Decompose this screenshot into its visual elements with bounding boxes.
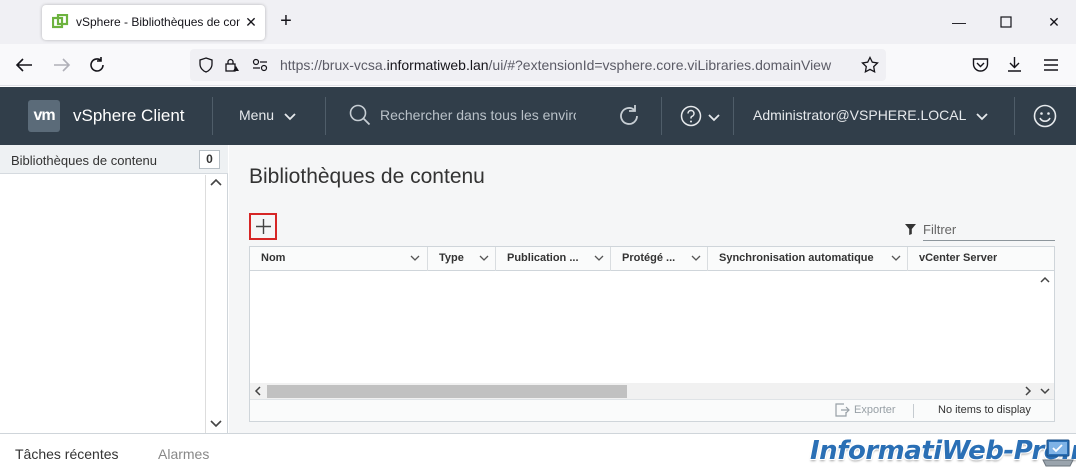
navigator-panel: Bibliothèques de contenu 0 <box>0 145 228 433</box>
chevron-down-icon[interactable] <box>708 112 720 122</box>
grid-footer: Exporter No items to display <box>250 399 1054 421</box>
column-label: Protégé ... <box>622 252 676 264</box>
scroll-right-icon[interactable] <box>1023 386 1033 396</box>
forward-icon[interactable] <box>52 56 72 74</box>
column-header-vcenter[interactable]: vCenter Server <box>908 247 1054 271</box>
browser-tab-strip: vSphere - Bibliothèques de conte ✕ + — ✕ <box>0 0 1076 44</box>
back-icon[interactable] <box>14 56 34 74</box>
library-tree[interactable] <box>0 175 206 433</box>
minimize-icon[interactable]: — <box>944 8 974 36</box>
library-count-badge: 0 <box>199 150 220 169</box>
header-divider <box>733 97 734 135</box>
laptop-logo-icon <box>1042 439 1074 467</box>
navigator-header: Bibliothèques de contenu 0 <box>0 145 228 174</box>
navigator-title[interactable]: Bibliothèques de contenu <box>11 153 157 168</box>
column-header-type[interactable]: Type <box>428 247 496 271</box>
window-close-icon[interactable]: ✕ <box>1039 8 1069 36</box>
header-divider <box>325 97 326 135</box>
chevron-down-icon[interactable] <box>409 252 421 264</box>
refresh-icon[interactable] <box>616 103 642 129</box>
column-header-publication[interactable]: Publication ... <box>496 247 611 271</box>
bookmark-star-icon[interactable] <box>861 56 879 74</box>
tab-alarms[interactable]: Alarmes <box>158 446 209 462</box>
help-icon[interactable] <box>680 105 702 127</box>
shield-icon[interactable] <box>198 57 214 73</box>
export-label: Exporter <box>854 403 896 416</box>
column-label: Type <box>439 252 464 264</box>
user-menu[interactable]: Administrator@VSPHERE.LOCAL <box>753 107 988 123</box>
scroll-up-icon[interactable] <box>1039 275 1051 285</box>
close-icon[interactable]: ✕ <box>242 13 260 31</box>
lock-warning-icon[interactable] <box>224 57 240 73</box>
scroll-up-icon[interactable] <box>209 177 223 189</box>
scrollbar-thumb[interactable] <box>267 385 627 398</box>
hamburger-menu-icon[interactable] <box>1043 58 1059 72</box>
bottom-panel: Tâches récentes Alarmes InformatiWeb-Pro… <box>0 433 1076 469</box>
page-title: Bibliothèques de contenu <box>249 165 485 188</box>
plus-icon <box>256 219 271 234</box>
reload-icon[interactable] <box>88 56 106 74</box>
chevron-down-icon[interactable] <box>593 252 605 264</box>
grid-status: No items to display <box>938 404 1031 416</box>
chevron-down-icon <box>284 113 296 121</box>
download-icon[interactable] <box>1006 56 1023 73</box>
tab-recent-tasks[interactable]: Tâches récentes <box>15 446 119 462</box>
main-content: Bibliothèques de contenu + Nom Type Publ… <box>229 145 1076 433</box>
url-path: /ui/#?extensionId=vsphere.core.viLibrari… <box>488 57 832 73</box>
vm-logo[interactable]: vm <box>28 100 60 132</box>
column-label: Publication ... <box>507 252 579 264</box>
permissions-icon[interactable] <box>252 58 268 72</box>
scroll-down-icon[interactable] <box>1039 386 1051 396</box>
url-host: informatiweb.lan <box>386 57 489 73</box>
header-divider <box>661 97 662 135</box>
scroll-down-icon[interactable] <box>209 417 223 429</box>
search-icon[interactable] <box>349 104 371 126</box>
chevron-down-icon[interactable] <box>478 252 490 264</box>
feedback-smiley-icon[interactable] <box>1033 104 1057 128</box>
global-search-input[interactable] <box>380 104 576 126</box>
watermark: InformatiWeb-Pro.net <box>810 436 1076 466</box>
vsphere-header: vm vSphere Client Menu Administrator@VSP… <box>0 87 1076 145</box>
user-name: Administrator@VSPHERE.LOCAL <box>753 107 966 123</box>
column-label: vCenter Server <box>919 252 998 264</box>
url-prefix: https://brux-vcsa. <box>280 57 387 73</box>
horizontal-scrollbar[interactable] <box>250 383 1054 399</box>
column-label: Nom <box>261 252 286 264</box>
vsphere-favicon-icon <box>52 14 69 29</box>
url-bar[interactable]: https://brux-vcsa.informatiweb.lan/ui/#?… <box>190 49 886 81</box>
header-divider <box>212 97 213 135</box>
export-button[interactable]: Exporter <box>834 403 896 417</box>
chevron-down-icon <box>976 113 988 121</box>
chevron-down-icon[interactable] <box>890 252 902 264</box>
chevron-down-icon[interactable] <box>690 252 702 264</box>
column-header-name[interactable]: Nom <box>250 247 428 271</box>
filter-input[interactable] <box>923 219 1055 241</box>
menu-button[interactable]: Menu <box>239 107 296 123</box>
export-icon <box>835 403 850 417</box>
grid-body <box>250 271 1054 383</box>
pocket-icon[interactable] <box>972 57 989 73</box>
browser-tab[interactable]: vSphere - Bibliothèques de conte ✕ <box>42 5 265 40</box>
browser-tab-title: vSphere - Bibliothèques de conte <box>76 15 240 29</box>
column-header-auto-sync[interactable]: Synchronisation automatique <box>708 247 908 271</box>
url-text[interactable]: https://brux-vcsa.informatiweb.lan/ui/#?… <box>280 57 831 73</box>
grid-header: Nom Type Publication ... Protégé ... Syn… <box>250 247 1054 271</box>
footer-divider <box>913 404 914 418</box>
browser-nav-bar: https://brux-vcsa.informatiweb.lan/ui/#?… <box>0 44 1076 86</box>
menu-button-label: Menu <box>239 107 275 123</box>
new-tab-icon[interactable]: + <box>276 11 296 31</box>
libraries-grid: Nom Type Publication ... Protégé ... Syn… <box>249 246 1055 422</box>
scroll-left-icon[interactable] <box>253 386 263 396</box>
app-title[interactable]: vSphere Client <box>73 106 185 126</box>
column-label: Synchronisation automatique <box>719 252 874 264</box>
header-divider <box>1014 97 1015 135</box>
column-header-protected[interactable]: Protégé ... <box>611 247 708 271</box>
maximize-icon[interactable] <box>1000 16 1012 28</box>
add-library-button[interactable]: + <box>249 213 277 240</box>
filter-icon <box>905 224 916 235</box>
